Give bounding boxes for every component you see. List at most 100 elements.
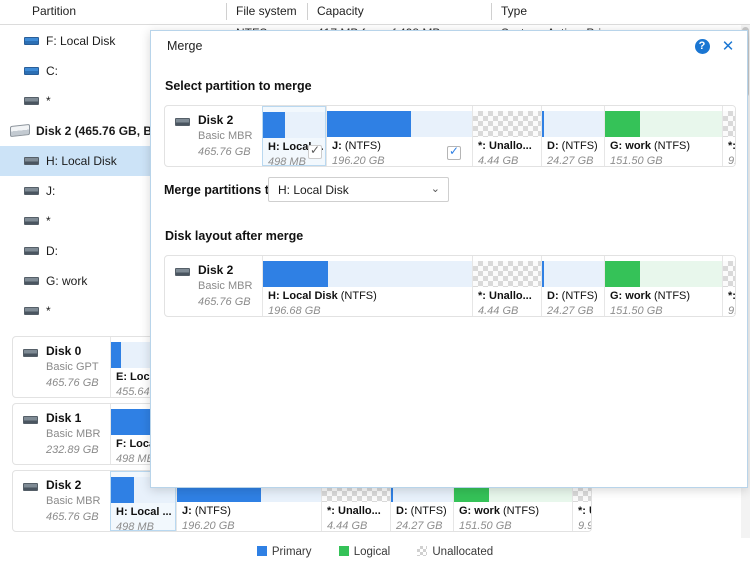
tree-item-label: F: Local Disk	[46, 34, 116, 48]
partition-table-header: Partition File system Capacity Type	[0, 0, 750, 25]
partition-fs: (NTFS)	[561, 140, 598, 152]
partition-size: 4.44 GB	[327, 520, 368, 532]
hdd-blue-icon	[24, 67, 39, 75]
tree-item-unallocated-2[interactable]: *	[0, 206, 160, 236]
column-header-partition[interactable]: Partition	[24, 4, 76, 18]
disk-size: 465.76 GB	[46, 377, 99, 389]
dialog-titlebar[interactable]: Merge ? ✕	[151, 31, 747, 61]
partition-size: 24.27 GB	[547, 305, 594, 317]
column-header-capacity[interactable]: Capacity	[309, 4, 364, 18]
legend-item-logical: Logical	[338, 546, 391, 558]
help-icon[interactable]: ?	[693, 38, 711, 56]
disk-icon	[175, 268, 190, 276]
tree-item-unallocated-3[interactable]: *	[0, 296, 160, 326]
after-partition-unallocated-2[interactable]: *: Unallo... 9.98 GB	[722, 256, 735, 316]
partition-name: D: (NTFS)	[396, 505, 447, 517]
column-header-filesystem[interactable]: File system	[228, 4, 297, 18]
capacity-fill	[605, 261, 641, 287]
partition-name: J: (NTFS)	[182, 505, 231, 517]
partition-strip: H: Local ... 498 MB J: (NTFS) 196.20 GB	[262, 106, 735, 166]
capacity-bar	[327, 111, 472, 137]
partition-checkbox-j[interactable]	[447, 144, 461, 160]
disk-icon	[175, 118, 190, 126]
tree-item-label: C:	[46, 64, 58, 78]
close-icon[interactable]: ✕	[719, 38, 737, 56]
partition-fs: (NTFS)	[344, 140, 381, 152]
after-partition-h[interactable]: H: Local Disk (NTFS) 196.68 GB	[262, 256, 472, 316]
partition-size: 498 MB	[268, 156, 306, 167]
legend: Primary Logical Unallocated	[0, 546, 750, 558]
tree-item-h-local-disk[interactable]: H: Local Disk	[0, 146, 160, 176]
merge-partition-d[interactable]: D: (NTFS) 24.27 GB	[541, 106, 604, 166]
partition-name: G: work (NTFS)	[459, 505, 540, 517]
merge-partition-unallocated-1[interactable]: *: Unallo... 4.44 GB	[472, 106, 541, 166]
capacity-bar	[605, 261, 722, 287]
disk-size: 232.89 GB	[46, 444, 99, 456]
after-partition-g[interactable]: G: work (NTFS) 151.50 GB	[604, 256, 722, 316]
select-partition-disk-card[interactable]: Disk 2 Basic MBR 465.76 GB H: Local ... …	[164, 105, 736, 167]
tree-item-c[interactable]: C:	[0, 56, 160, 86]
partition-size: 151.50 GB	[610, 155, 663, 167]
disk-size: 465.76 GB	[198, 296, 251, 308]
tree-item-d[interactable]: D:	[0, 236, 160, 266]
merge-partition-g[interactable]: G: work (NTFS) 151.50 GB	[604, 106, 722, 166]
partition-size: 151.50 GB	[610, 305, 663, 317]
partition-size: 151.50 GB	[459, 520, 512, 532]
disk-info: Disk 0 Basic GPT 465.76 GB	[13, 337, 110, 397]
capacity-bar	[723, 111, 735, 137]
capacity-fill	[111, 477, 135, 503]
column-header-type[interactable]: Type	[493, 4, 527, 18]
partition-name: *: Unallo...	[578, 505, 591, 517]
hdd-icon	[24, 97, 39, 105]
disk-name: Disk 1	[46, 411, 82, 425]
tree-item-f-local-disk[interactable]: F: Local Disk	[0, 26, 160, 56]
partition-name: G: work (NTFS)	[610, 140, 691, 152]
merge-to-label: Merge partitions to:	[164, 183, 281, 197]
partition-size: 4.44 GB	[478, 305, 519, 317]
tree-item-g-work[interactable]: G: work	[0, 266, 160, 296]
legend-label: Logical	[353, 546, 391, 558]
tree-item-label: G: work	[46, 274, 88, 288]
header-divider	[307, 3, 308, 20]
after-partition-d[interactable]: D: (NTFS) 24.27 GB	[541, 256, 604, 316]
capacity-fill	[111, 342, 121, 368]
disk-name: Disk 0	[46, 344, 82, 358]
partition-size: 9.98 GB	[728, 155, 735, 167]
capacity-bar	[263, 112, 325, 138]
merge-to-value: H: Local Disk	[278, 183, 349, 197]
disk-icon	[10, 123, 30, 138]
merge-dialog: Merge ? ✕ Select partition to merge Disk…	[150, 30, 748, 488]
partition-tree: F: Local Disk C: * Disk 2 (465.76 GB, Ba…	[0, 26, 192, 356]
tree-item-unallocated-1[interactable]: *	[0, 86, 160, 116]
legend-label: Primary	[271, 546, 312, 558]
tree-item-j[interactable]: J:	[0, 176, 160, 206]
partition-name: D: (NTFS)	[547, 290, 598, 302]
tree-item-disk-2[interactable]: Disk 2 (465.76 GB, Basic, M	[0, 116, 192, 146]
merge-to-dropdown[interactable]: H: Local Disk ⌄	[268, 177, 449, 202]
disk-info: Disk 2 Basic MBR 465.76 GB	[165, 106, 262, 166]
partition-size: 498 MB	[116, 521, 154, 532]
hdd-icon	[24, 217, 39, 225]
partition-name: *: Unallo...	[728, 140, 736, 152]
capacity-fill	[542, 111, 545, 137]
logical-swatch-icon	[338, 546, 349, 556]
legend-item-primary: Primary	[256, 546, 312, 558]
after-partition-unallocated-1[interactable]: *: Unallo... 4.44 GB	[472, 256, 541, 316]
capacity-bar	[605, 111, 722, 137]
disk-name: Disk 2	[198, 113, 234, 127]
tree-item-label: J:	[46, 184, 56, 198]
merge-partition-unallocated-2[interactable]: *: Unallo... 9.98 GB	[722, 106, 736, 167]
partition-fs: (NTFS)	[654, 290, 691, 302]
partition-size: 196.68 GB	[268, 305, 321, 317]
merge-partition-h[interactable]: H: Local ... 498 MB	[262, 106, 326, 166]
tree-item-label: *	[46, 214, 51, 228]
partition-size: 196.20 GB	[182, 520, 235, 532]
partition-size: 498 MB	[116, 453, 154, 465]
capacity-bar	[723, 261, 735, 287]
partition-strip: H: Local Disk (NTFS) 196.68 GB *: Unallo…	[262, 256, 735, 316]
merge-partition-j[interactable]: J: (NTFS) 196.20 GB	[326, 106, 472, 166]
capacity-fill	[605, 111, 641, 137]
partition-checkbox-h[interactable]	[308, 143, 322, 159]
partition-name: *: Unallo...	[327, 505, 381, 517]
partition-size: 24.27 GB	[396, 520, 443, 532]
